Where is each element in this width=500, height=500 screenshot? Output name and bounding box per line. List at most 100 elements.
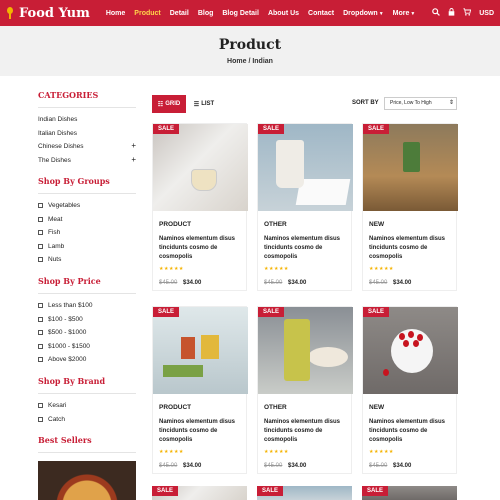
filter-label: $100 - $500 xyxy=(48,315,83,323)
currency-selector[interactable]: USD xyxy=(479,10,494,17)
filter-label: Less than $100 xyxy=(48,301,93,309)
nav-dropdown[interactable]: Dropdown▼ xyxy=(343,10,384,17)
jar-graphic xyxy=(181,337,195,359)
main-nav: Home Product Detail Blog Blog Detail Abo… xyxy=(106,10,425,17)
nav-blog[interactable]: Blog xyxy=(198,10,214,17)
filter-label: Catch xyxy=(48,415,65,423)
sale-badge: SALE xyxy=(257,486,284,496)
grid-view-button[interactable]: ☷ GRID xyxy=(152,95,186,113)
group-filter[interactable]: Vegetables xyxy=(38,202,136,216)
checkbox[interactable] xyxy=(38,257,43,263)
checkbox[interactable] xyxy=(38,316,43,322)
cart-icon[interactable] xyxy=(463,8,472,18)
price: $34.00 xyxy=(288,463,307,469)
checkbox[interactable] xyxy=(38,357,43,363)
checkbox[interactable] xyxy=(38,416,43,422)
product-name[interactable]: Naminos elementum disus tincidunts cosmo… xyxy=(159,235,245,262)
search-icon[interactable] xyxy=(432,8,441,18)
product-image[interactable] xyxy=(258,307,353,394)
filter-label: Lamb xyxy=(48,242,65,250)
nav-blog-detail[interactable]: Blog Detail xyxy=(222,10,259,17)
group-filter[interactable]: Fish xyxy=(38,229,136,243)
sort-select[interactable]: Price, Low To High ⇕ xyxy=(384,97,457,110)
filter-label: $1000 - $1500 xyxy=(48,342,90,350)
sale-badge: SALE xyxy=(362,486,389,496)
product-name[interactable]: Naminos elementum disus tincidunts cosmo… xyxy=(369,235,455,262)
price-section: Shop By Price Less than $100 $100 - $500… xyxy=(38,276,136,370)
price-filter[interactable]: $1000 - $1500 xyxy=(38,343,136,357)
grid-icon: ☷ xyxy=(157,101,164,108)
list-label: LIST xyxy=(201,101,215,107)
group-filter[interactable]: Meat xyxy=(38,216,136,230)
product-type: PRODUCT xyxy=(159,404,192,411)
product-card[interactable]: SALE NEW Naminos elementum disus tincidu… xyxy=(362,123,458,291)
brand[interactable]: Food Yum xyxy=(6,6,90,21)
product-card[interactable]: SALE NEW Naminos elementum disus tincidu… xyxy=(362,306,458,474)
product-card[interactable]: SALE xyxy=(152,486,247,500)
bestsellers-title: Best Sellers xyxy=(38,435,136,454)
price-filter[interactable]: $100 - $500 xyxy=(38,316,136,330)
product-card[interactable]: SALE xyxy=(362,486,457,500)
jar-graphic xyxy=(284,319,310,381)
sale-badge: SALE xyxy=(153,124,180,134)
plus-icon[interactable]: + xyxy=(131,155,136,171)
category-label: The Dishes xyxy=(38,156,71,164)
nav-product[interactable]: Product xyxy=(134,10,160,17)
product-image[interactable] xyxy=(153,307,248,394)
checkbox[interactable] xyxy=(38,230,43,236)
product-type: OTHER xyxy=(264,221,287,228)
product-name[interactable]: Naminos elementum disus tincidunts cosmo… xyxy=(264,418,350,445)
price-filter[interactable]: $500 - $1000 xyxy=(38,329,136,343)
checkbox[interactable] xyxy=(38,402,43,408)
checkbox[interactable] xyxy=(38,243,43,249)
list-view-button[interactable]: ☰ LIST xyxy=(188,95,220,113)
checkbox[interactable] xyxy=(38,203,43,208)
checkbox[interactable] xyxy=(38,302,43,308)
checkbox[interactable] xyxy=(38,343,43,349)
product-card-partial[interactable]: SALE xyxy=(362,486,457,500)
nav-more[interactable]: More▼ xyxy=(393,10,416,17)
brand-filter[interactable]: Catch xyxy=(38,416,136,430)
price-filter[interactable]: Less than $100 xyxy=(38,302,136,316)
old-price: $45.00 xyxy=(264,463,283,469)
product-card[interactable]: SALE PRODUCT Naminos elementum disus tin… xyxy=(152,123,248,291)
nav-detail[interactable]: Detail xyxy=(170,10,189,17)
nav-contact[interactable]: Contact xyxy=(308,10,334,17)
checkbox[interactable] xyxy=(38,216,43,222)
category-item[interactable]: The Dishes + xyxy=(38,155,136,171)
plate-graphic xyxy=(308,347,348,367)
category-item[interactable]: Indian Dishes xyxy=(38,116,136,130)
product-card[interactable]: SALE xyxy=(257,486,352,500)
product-image[interactable] xyxy=(153,124,248,211)
strawberry-graphic xyxy=(383,369,389,376)
price: $34.00 xyxy=(183,463,202,469)
bestseller-pizza-image[interactable] xyxy=(38,461,136,500)
price: $34.00 xyxy=(288,280,307,286)
price-filter[interactable]: Above $2000 xyxy=(38,356,136,370)
product-card-partial[interactable]: SALE xyxy=(152,486,247,500)
category-item[interactable]: Italian Dishes xyxy=(38,130,136,144)
filter-label: $500 - $1000 xyxy=(48,329,87,337)
nav-about-us[interactable]: About Us xyxy=(268,10,299,17)
lock-icon[interactable] xyxy=(448,8,455,18)
product-card[interactable]: SALE OTHER Naminos elementum disus tinci… xyxy=(257,123,353,291)
product-type: PRODUCT xyxy=(159,221,192,228)
checkbox[interactable] xyxy=(38,330,43,336)
group-filter[interactable]: Lamb xyxy=(38,243,136,257)
product-name[interactable]: Naminos elementum disus tincidunts cosmo… xyxy=(264,235,350,262)
product-card-partial[interactable]: SALE xyxy=(257,486,352,500)
product-card[interactable]: SALE OTHER Naminos elementum disus tinci… xyxy=(257,306,353,474)
brand-filter[interactable]: Kesari xyxy=(38,402,136,416)
nav-home[interactable]: Home xyxy=(106,10,125,17)
group-filter[interactable]: Nuts xyxy=(38,256,136,270)
product-card[interactable]: SALE PRODUCT Naminos elementum disus tin… xyxy=(152,306,248,474)
product-name[interactable]: Naminos elementum disus tincidunts cosmo… xyxy=(369,418,455,445)
strawberry-graphic xyxy=(399,333,405,340)
category-item[interactable]: Chinese Dishes + xyxy=(38,142,136,157)
groups-title: Shop By Groups xyxy=(38,176,136,194)
product-image[interactable] xyxy=(363,307,458,394)
old-price: $45.00 xyxy=(264,280,283,286)
product-image[interactable] xyxy=(363,124,458,211)
product-name[interactable]: Naminos elementum disus tincidunts cosmo… xyxy=(159,418,245,445)
product-image[interactable] xyxy=(258,124,353,211)
